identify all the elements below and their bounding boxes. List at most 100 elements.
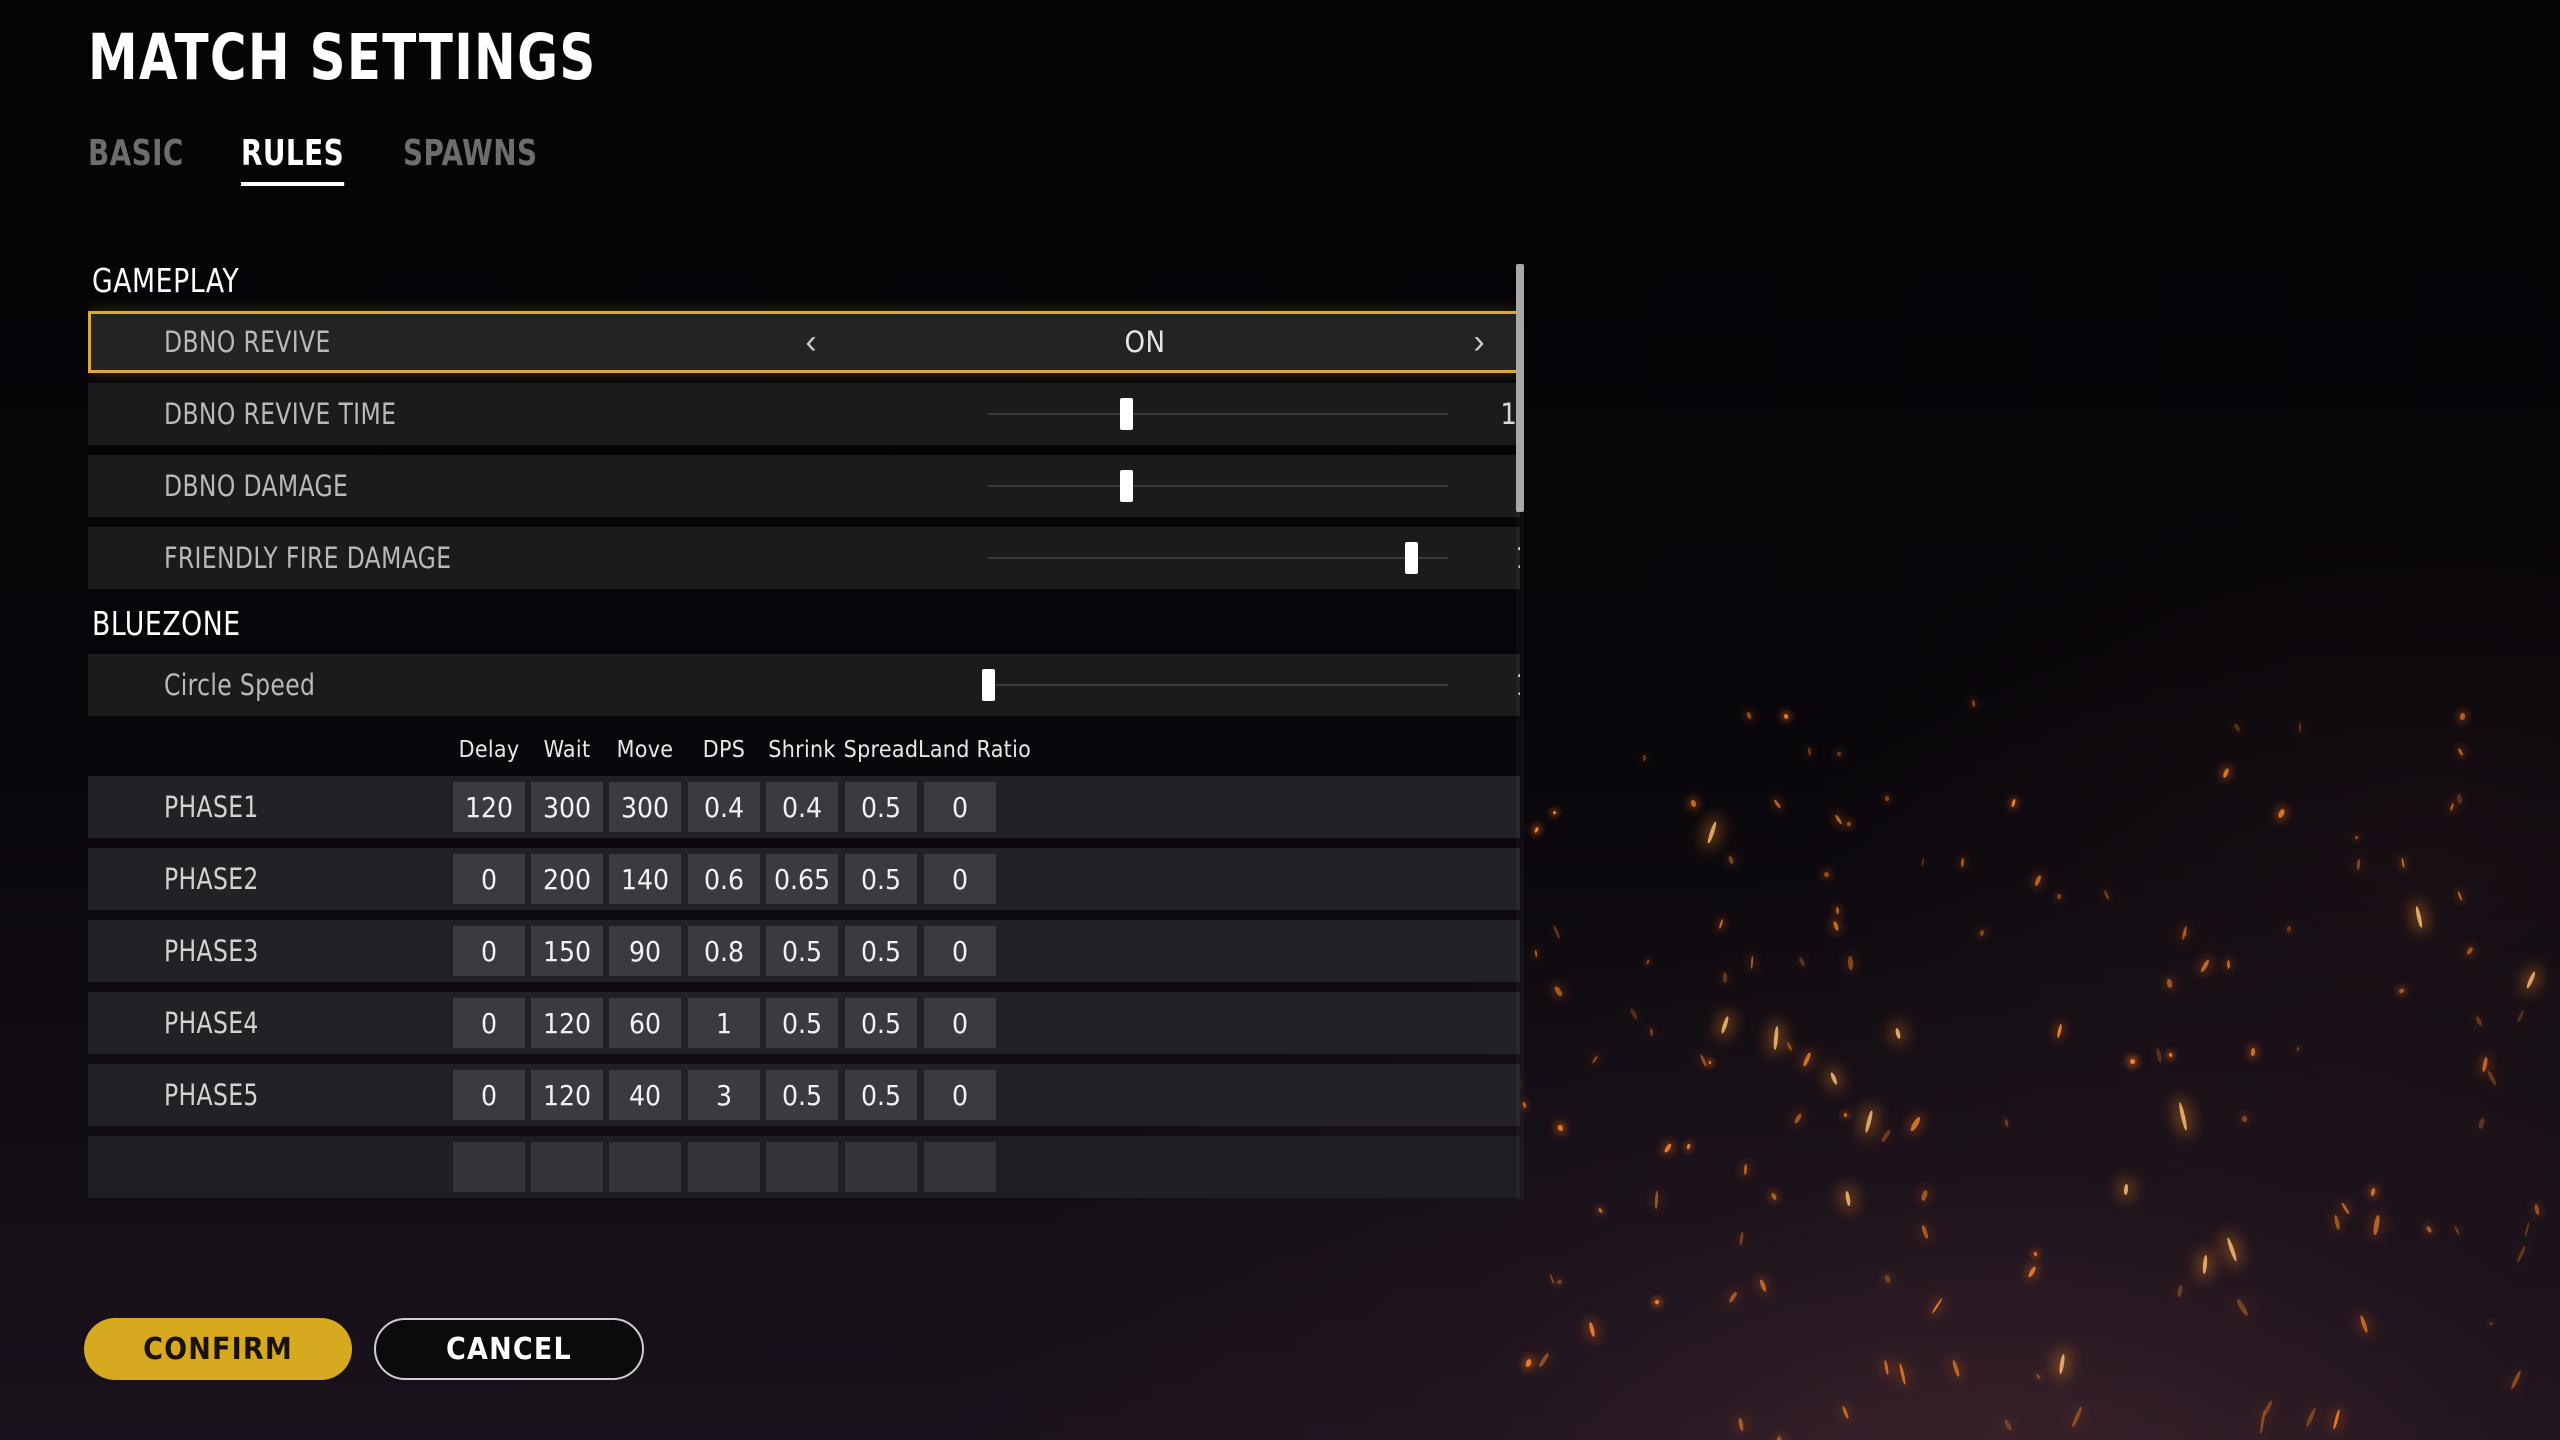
phase-cell[interactable]: 0.5	[845, 1070, 917, 1120]
phase-cell[interactable]: 0.5	[766, 998, 838, 1048]
slider-track[interactable]	[988, 684, 1448, 686]
phase-cell[interactable]: 0	[924, 926, 996, 976]
setting-label: DBNO REVIVE	[164, 325, 331, 359]
phase-cell[interactable]: 0	[924, 998, 996, 1048]
phase-label: PHASE1	[164, 790, 259, 824]
slider-value: 10s	[1500, 397, 1520, 431]
phase-cell[interactable]: 1	[688, 998, 760, 1048]
slider-thumb[interactable]	[1120, 398, 1133, 430]
phase-cell[interactable]: 200	[531, 854, 603, 904]
phase-cell[interactable]: 0	[453, 998, 525, 1048]
phase-cell[interactable]	[453, 1142, 525, 1192]
chevron-left-icon[interactable]: ‹	[791, 325, 831, 359]
phase-cell[interactable]: 120	[453, 782, 525, 832]
phase-cell[interactable]: 0.65	[766, 854, 838, 904]
phase-cell[interactable]: 0.5	[845, 782, 917, 832]
phase-cell[interactable]: 150	[531, 926, 603, 976]
phase-row[interactable]: PHASE3 0 150 90 0.8 0.5 0.5 0	[88, 920, 1520, 982]
phase-cell[interactable]	[924, 1142, 996, 1192]
slider-thumb[interactable]	[982, 669, 995, 701]
phase-cell[interactable]: 3	[688, 1070, 760, 1120]
slider-control[interactable]: 1x	[848, 654, 1520, 716]
phase-row[interactable]: PHASE1 120 300 300 0.4 0.4 0.5 0	[88, 776, 1520, 838]
footer-actions: CONFIRM CANCEL	[84, 1318, 644, 1380]
section-header-bluezone: BLUEZONE	[92, 604, 241, 643]
phase-cell[interactable]	[531, 1142, 603, 1192]
slider-track[interactable]	[988, 413, 1448, 415]
phase-row[interactable]	[88, 1136, 1520, 1198]
phase-cell[interactable]: 0	[924, 782, 996, 832]
phase-row[interactable]: PHASE5 0 120 40 3 0.5 0.5 0	[88, 1064, 1520, 1126]
setting-row[interactable]: DBNO REVIVE TIME 10s	[88, 383, 1520, 445]
phase-cell[interactable]	[609, 1142, 681, 1192]
tab-spawns[interactable]: SPAWNS	[403, 136, 537, 182]
setting-row[interactable]: DBNO DAMAGE 1x	[88, 455, 1520, 517]
phase-cell[interactable]	[766, 1142, 838, 1192]
phase-cell[interactable]: 120	[531, 1070, 603, 1120]
setting-row[interactable]: DBNO REVIVE ‹ ON ›	[88, 311, 1520, 373]
phase-cell[interactable]: 0.5	[845, 926, 917, 976]
phase-cell[interactable]	[688, 1142, 760, 1192]
phase-cell[interactable]: 0	[453, 854, 525, 904]
slider-control[interactable]: 10s	[848, 383, 1520, 445]
slider-track[interactable]	[988, 557, 1448, 559]
option-stepper: ‹ ON ›	[791, 314, 1499, 370]
chevron-right-icon[interactable]: ›	[1459, 325, 1499, 359]
confirm-button[interactable]: CONFIRM	[84, 1318, 352, 1380]
tab-rules[interactable]: RULES	[241, 136, 345, 186]
phase-cell[interactable]: 0	[924, 1070, 996, 1120]
phase-cell[interactable]: 0.8	[688, 926, 760, 976]
phase-table-header: Delay Wait Move DPS Shrink Spread Land Ratio	[88, 730, 1520, 770]
slider-control[interactable]: 1x	[848, 455, 1520, 517]
title-block: MATCH SETTINGS	[88, 26, 666, 89]
settings-scroll-area[interactable]: GAMEPLAY DBNO REVIVE ‹ ON › DBNO REVIVE TIME 1…	[88, 264, 1520, 1200]
setting-row[interactable]: Circle Speed 1x	[88, 654, 1520, 716]
slider-thumb[interactable]	[1405, 542, 1419, 574]
phase-row[interactable]: PHASE2 0 200 140 0.6 0.65 0.5 0	[88, 848, 1520, 910]
tab-bar: BASIC RULES SPAWNS	[88, 136, 560, 186]
phase-cell[interactable]: 120	[531, 998, 603, 1048]
phase-cell[interactable]: 300	[609, 782, 681, 832]
phase-row[interactable]: PHASE4 0 120 60 1 0.5 0.5 0	[88, 992, 1520, 1054]
column-header: Land Ratio	[918, 737, 1032, 763]
phase-cell[interactable]: 140	[609, 854, 681, 904]
option-value: ON	[1124, 325, 1166, 359]
phase-label: PHASE5	[164, 1078, 259, 1112]
tab-basic[interactable]: BASIC	[88, 136, 184, 182]
phase-cell[interactable]: 40	[609, 1070, 681, 1120]
phase-cell[interactable]: 0.6	[688, 854, 760, 904]
slider-value: 1x	[1468, 541, 1520, 575]
column-header: Move	[616, 737, 674, 763]
setting-row[interactable]: FRIENDLY FIRE DAMAGE 1x	[88, 527, 1520, 589]
column-header: Delay	[458, 737, 520, 763]
slider-track[interactable]	[988, 485, 1448, 487]
column-header: DPS	[702, 737, 746, 763]
slider-control[interactable]: 1x	[848, 527, 1520, 589]
phase-cell[interactable]: 0.4	[688, 782, 760, 832]
phase-cell[interactable]: 60	[609, 998, 681, 1048]
column-header: Spread	[843, 737, 919, 763]
column-header: Shrink	[768, 737, 836, 763]
page-title: MATCH SETTINGS	[88, 21, 597, 94]
cancel-button[interactable]: CANCEL	[374, 1318, 644, 1380]
slider-value: 1x	[1468, 469, 1520, 503]
match-settings-panel: MATCH SETTINGS BASIC RULES SPAWNS GAMEPLAY…	[0, 0, 1560, 1440]
phase-label: PHASE4	[164, 1006, 259, 1040]
phase-cell[interactable]: 0.5	[766, 1070, 838, 1120]
phase-cell[interactable]: 0	[453, 1070, 525, 1120]
scrollbar-thumb[interactable]	[1516, 264, 1524, 512]
phase-cell[interactable]: 300	[531, 782, 603, 832]
slider-thumb[interactable]	[1120, 470, 1133, 502]
setting-label: DBNO DAMAGE	[164, 469, 349, 503]
phase-cell[interactable]: 0.5	[766, 926, 838, 976]
setting-label: DBNO REVIVE TIME	[164, 397, 397, 431]
phase-cell[interactable]: 90	[609, 926, 681, 976]
scrollbar-track[interactable]	[1516, 264, 1524, 1200]
phase-label: PHASE2	[164, 862, 259, 896]
phase-cell[interactable]: 0	[453, 926, 525, 976]
phase-cell[interactable]: 0.4	[766, 782, 838, 832]
phase-cell[interactable]	[845, 1142, 917, 1192]
phase-cell[interactable]: 0.5	[845, 854, 917, 904]
phase-cell[interactable]: 0	[924, 854, 996, 904]
phase-cell[interactable]: 0.5	[845, 998, 917, 1048]
